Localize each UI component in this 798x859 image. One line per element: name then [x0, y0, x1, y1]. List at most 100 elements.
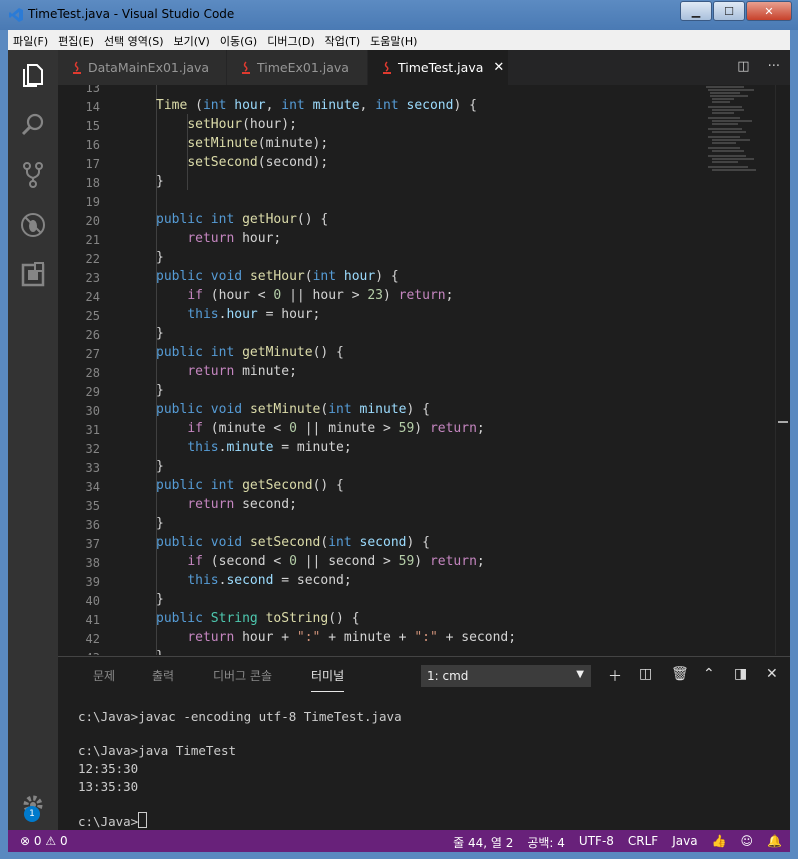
- new-terminal-icon[interactable]: ＋: [608, 666, 622, 686]
- line-number: 42: [85, 632, 100, 646]
- terminal-select[interactable]: 1: cmd ▼: [421, 665, 591, 687]
- code-line: setSecond(second);: [187, 155, 329, 170]
- code-line: this.hour = hour;: [187, 307, 321, 322]
- close-window-button[interactable]: ✕: [746, 1, 792, 21]
- code-line: public String toString() {: [156, 611, 360, 626]
- split-editor-icon[interactable]: ◫: [737, 59, 749, 74]
- menu-edit[interactable]: 편집(E): [53, 30, 99, 50]
- window-title: TimeTest.java - Visual Studio Code: [28, 7, 235, 21]
- vscode-window: TimeTest.java - Visual Studio Code ▁ ☐ ✕…: [0, 0, 798, 859]
- line-number: 38: [85, 556, 100, 570]
- line-number: 19: [85, 195, 100, 209]
- code-line: public void setSecond(int second) {: [156, 535, 430, 550]
- line-number: 21: [85, 233, 100, 247]
- code-line: this.second = second;: [187, 573, 352, 588]
- tab-timetest[interactable]: TimeTest.java ✕: [368, 50, 508, 85]
- vscode-icon: [9, 8, 23, 22]
- minimize-button[interactable]: ▁: [680, 1, 712, 21]
- close-tab-icon[interactable]: ✕: [493, 60, 504, 75]
- search-icon[interactable]: [18, 110, 48, 140]
- java-file-icon: [73, 60, 81, 74]
- line-number: 13: [85, 85, 100, 95]
- tab-label: TimeEx01.java: [257, 60, 349, 75]
- line-number: 29: [85, 385, 100, 399]
- problems-indicator[interactable]: ⊗ 0 ⚠ 0: [20, 834, 68, 848]
- debug-icon[interactable]: [18, 210, 48, 240]
- title-bar: TimeTest.java - Visual Studio Code ▁ ☐ ✕: [0, 0, 798, 30]
- menu-debug[interactable]: 디버그(D): [262, 30, 319, 50]
- indentation[interactable]: 공백: 4: [527, 834, 565, 851]
- trash-icon[interactable]: 🗑: [671, 666, 689, 682]
- menu-bar: 파일(F) 편집(E) 선택 영역(S) 보기(V) 이동(G) 디버그(D) …: [8, 30, 790, 50]
- menu-tasks[interactable]: 작업(T): [320, 30, 366, 50]
- update-badge: 1: [24, 806, 40, 822]
- code-line: if (hour < 0 || hour > 23) return;: [187, 288, 454, 303]
- menu-file[interactable]: 파일(F): [8, 30, 53, 50]
- source-control-icon[interactable]: [18, 160, 48, 190]
- toggle-panel-icon[interactable]: ◨: [734, 666, 747, 682]
- line-number: 15: [85, 119, 100, 133]
- line-number: 34: [85, 480, 100, 494]
- line-number: 18: [85, 176, 100, 190]
- split-terminal-icon[interactable]: ◫: [639, 666, 652, 682]
- smiley-icon[interactable]: ☺: [741, 834, 754, 851]
- maximize-button[interactable]: ☐: [713, 1, 745, 21]
- code-line: if (minute < 0 || minute > 59) return;: [187, 421, 485, 436]
- code-line: }: [156, 383, 164, 398]
- tab-label: DataMainEx01.java: [88, 60, 210, 75]
- code-line: public int getMinute() {: [156, 345, 344, 360]
- tab-timeex01[interactable]: TimeEx01.java: [227, 50, 367, 85]
- cursor-position[interactable]: 줄 44, 열 2: [453, 834, 513, 851]
- menu-selection[interactable]: 선택 영역(S): [99, 30, 169, 50]
- java-file-icon: [242, 60, 250, 74]
- language-mode[interactable]: Java: [672, 834, 697, 851]
- code-line: this.minute = minute;: [187, 440, 352, 455]
- tab-output[interactable]: 출력: [152, 667, 174, 684]
- terminal-prompt[interactable]: c:\Java>: [78, 812, 148, 829]
- code-line: return minute;: [187, 364, 297, 379]
- line-number: 43: [58, 651, 100, 655]
- code-line: }: [156, 174, 164, 189]
- encoding[interactable]: UTF-8: [579, 834, 614, 851]
- line-number: 41: [85, 613, 100, 627]
- line-number: 16: [85, 138, 100, 152]
- line-ending[interactable]: CRLF: [628, 834, 658, 851]
- code-line: }: [156, 592, 164, 607]
- code-line: public void setMinute(int minute) {: [156, 402, 430, 417]
- tab-label: TimeTest.java: [398, 60, 484, 75]
- menu-help[interactable]: 도움말(H): [365, 30, 422, 50]
- extensions-icon[interactable]: [18, 260, 48, 290]
- chevron-up-icon[interactable]: ⌃: [703, 666, 715, 682]
- close-panel-icon[interactable]: ✕: [766, 666, 778, 682]
- code-line: Time (int hour, int minute, int second) …: [156, 98, 477, 113]
- editor-scrollbar[interactable]: [775, 85, 790, 655]
- terminal-line: 13:35:30: [78, 779, 139, 794]
- code-line: }: [156, 326, 164, 341]
- feedback-icon[interactable]: 👍: [712, 834, 727, 851]
- code-line: return hour + ":" + minute + ":" + secon…: [187, 630, 517, 645]
- line-number: 28: [85, 366, 100, 380]
- line-number: 20: [85, 214, 100, 228]
- menu-view[interactable]: 보기(V): [168, 30, 214, 50]
- bell-icon[interactable]: 🔔: [767, 834, 782, 851]
- error-icon: ⊗: [20, 834, 31, 848]
- tab-terminal[interactable]: 터미널: [311, 667, 345, 692]
- code-line: return hour;: [187, 231, 282, 246]
- more-actions-icon[interactable]: ···: [768, 59, 780, 74]
- line-number: 17: [85, 157, 100, 171]
- tab-problems[interactable]: 문제: [93, 667, 115, 684]
- code-line: setMinute(minute);: [187, 136, 329, 151]
- minimap[interactable]: [704, 85, 774, 175]
- code-editor[interactable]: 13 14 15 16 17 18 19 20 21 22 23 24 25 26 27 28 29 30 31 32…: [58, 85, 790, 655]
- code-line: public void setHour(int hour) {: [156, 269, 399, 284]
- terminal-line: 12:35:30: [78, 761, 139, 776]
- tab-datamainex01[interactable]: DataMainEx01.java: [58, 50, 226, 85]
- explorer-icon[interactable]: [18, 60, 48, 90]
- code-line: }: [156, 250, 164, 265]
- status-bar: ⊗ 0 ⚠ 0 줄 44, 열 2 공백: 4 UTF-8 CRLF Java …: [8, 830, 790, 852]
- tab-debug-console[interactable]: 디버그 콘솔: [213, 667, 272, 684]
- menu-go[interactable]: 이동(G): [215, 30, 262, 50]
- code-line: public int getHour() {: [156, 212, 329, 227]
- terminal-line: c:\Java>javac -encoding utf-8 TimeTest.j…: [78, 709, 402, 724]
- code-line: }: [156, 459, 164, 474]
